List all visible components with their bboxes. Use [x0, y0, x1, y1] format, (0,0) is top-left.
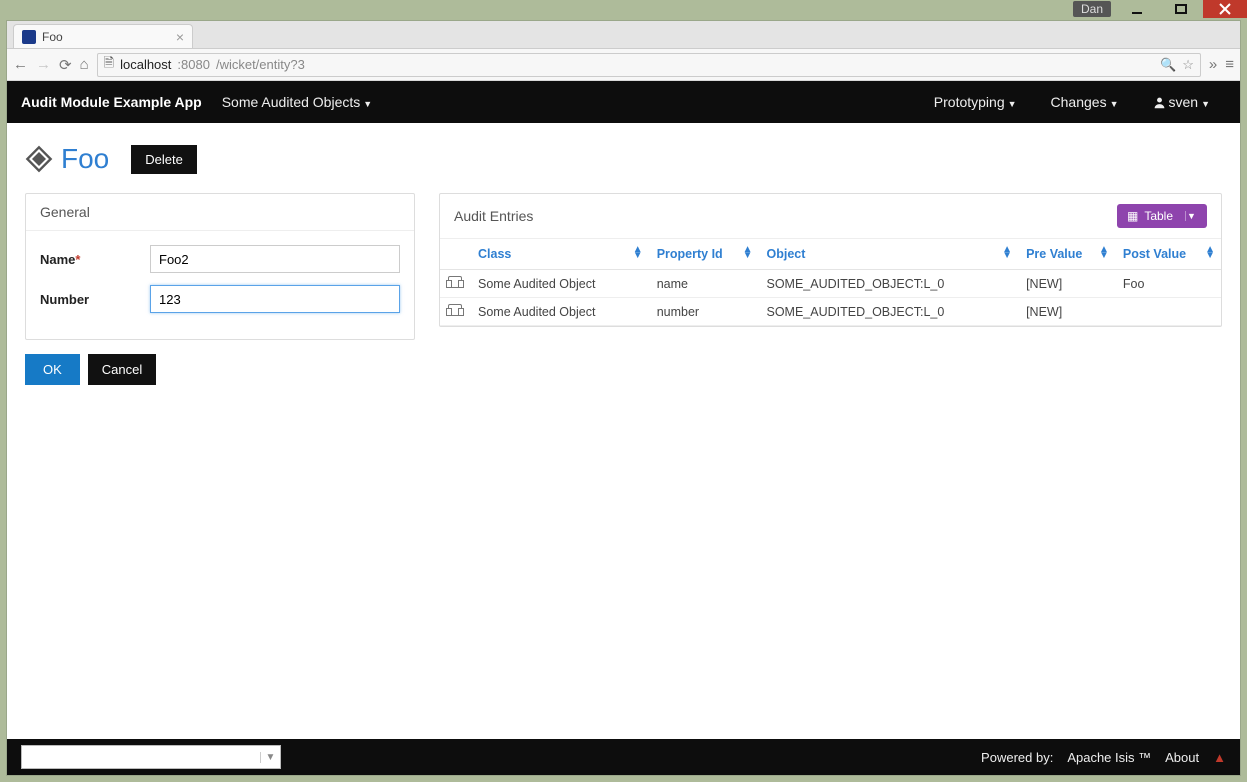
row-icon: [440, 298, 470, 326]
number-row: Number: [40, 285, 400, 313]
audit-table: Class▲▼ Property Id▲▼ Object▲▼ Pre Value…: [440, 239, 1221, 326]
address-bar[interactable]: 🗎 localhost :8080/wicket/entity?3 🔍 ☆: [97, 53, 1201, 77]
col-pre[interactable]: Pre Value▲▼: [1018, 239, 1115, 270]
col-icon: [440, 239, 470, 270]
zoom-icon[interactable]: 🔍: [1160, 57, 1176, 73]
app-navbar: Audit Module Example App Some Audited Ob…: [7, 81, 1240, 123]
tab-title: Foo: [42, 30, 63, 44]
menu-label: Some Audited Objects: [222, 94, 361, 110]
menu-icon[interactable]: ≡: [1225, 56, 1234, 73]
page-content: Audit Module Example App Some Audited Ob…: [7, 81, 1240, 775]
app-footer: ▼ Powered by: Apache Isis ™ About ▲: [7, 739, 1240, 775]
table-button-label: Table: [1144, 209, 1173, 223]
audit-panel-title: Audit Entries: [454, 208, 533, 224]
cell-property: number: [649, 298, 759, 326]
home-button[interactable]: ⌂: [80, 56, 89, 73]
menu-label: Prototyping: [934, 94, 1005, 110]
url-path: /wicket/entity?3: [216, 57, 305, 72]
caret-icon: ▼: [1201, 99, 1210, 109]
tab-strip: Foo ×: [7, 21, 1240, 49]
overflow-icon[interactable]: »: [1209, 56, 1217, 73]
star-icon[interactable]: ☆: [1182, 57, 1194, 73]
name-label: Name*: [40, 252, 150, 267]
os-user-badge: Dan: [1073, 1, 1111, 17]
minimize-button[interactable]: [1115, 0, 1159, 18]
caret-icon: ▼: [1110, 99, 1119, 109]
row-icon: [440, 270, 470, 298]
caret-icon: ▼: [363, 99, 372, 109]
forward-button[interactable]: →: [36, 56, 51, 73]
browser-toolbar: ← → ⟳ ⌂ 🗎 localhost :8080/wicket/entity?3…: [7, 49, 1240, 81]
left-column: General Name* Number: [25, 193, 415, 385]
cancel-button[interactable]: Cancel: [88, 354, 156, 385]
general-panel: General Name* Number: [25, 193, 415, 340]
menu-changes[interactable]: Changes▼: [1051, 94, 1119, 110]
app-brand[interactable]: Audit Module Example App: [21, 94, 202, 110]
reload-button[interactable]: ⟳: [59, 56, 72, 74]
entity-title-text: Foo: [61, 143, 109, 175]
name-row: Name*: [40, 245, 400, 273]
page-icon: 🗎: [104, 54, 114, 76]
col-object[interactable]: Object▲▼: [758, 239, 1018, 270]
apache-isis-link[interactable]: Apache Isis ™: [1067, 750, 1151, 765]
user-name: sven: [1169, 94, 1199, 110]
menu-label: Changes: [1051, 94, 1107, 110]
table-icon: ▦: [1127, 209, 1138, 223]
url-port: :8080: [177, 57, 210, 72]
cell-post: [1115, 298, 1221, 326]
close-button[interactable]: [1203, 0, 1247, 18]
browser-window: Foo × ← → ⟳ ⌂ 🗎 localhost :8080/wicket/en…: [6, 20, 1241, 776]
col-class[interactable]: Class▲▼: [470, 239, 649, 270]
cell-class: Some Audited Object: [470, 270, 649, 298]
user-icon: [1153, 94, 1169, 110]
delete-button[interactable]: Delete: [131, 145, 197, 174]
warning-icon[interactable]: ▲: [1213, 750, 1226, 765]
url-host: localhost: [120, 57, 171, 72]
general-panel-title: General: [26, 194, 414, 231]
table-row[interactable]: Some Audited Object number SOME_AUDITED_…: [440, 298, 1221, 326]
cell-object: SOME_AUDITED_OBJECT:L_0: [758, 298, 1018, 326]
chevron-down-icon: ▼: [260, 752, 280, 763]
cell-property: name: [649, 270, 759, 298]
menu-some-audited-objects[interactable]: Some Audited Objects▼: [222, 94, 372, 110]
favicon-icon: [22, 30, 36, 44]
browser-tab[interactable]: Foo ×: [13, 24, 193, 48]
os-title-bar: Dan: [0, 0, 1247, 18]
audit-panel: Audit Entries ▦ Table ▼ Class▲▼ Property…: [439, 193, 1222, 327]
table-view-button[interactable]: ▦ Table ▼: [1117, 204, 1207, 228]
menu-prototyping[interactable]: Prototyping▼: [934, 94, 1017, 110]
name-input[interactable]: [150, 245, 400, 273]
cell-class: Some Audited Object: [470, 298, 649, 326]
cell-pre: [NEW]: [1018, 298, 1115, 326]
number-input[interactable]: [150, 285, 400, 313]
entity-title: Foo: [25, 143, 109, 175]
cell-object: SOME_AUDITED_OBJECT:L_0: [758, 270, 1018, 298]
powered-by-label: Powered by:: [981, 750, 1053, 765]
cell-post: Foo: [1115, 270, 1221, 298]
caret-icon: ▼: [1008, 99, 1017, 109]
entity-header: Foo Delete: [25, 143, 1222, 175]
number-label: Number: [40, 292, 150, 307]
about-link[interactable]: About: [1165, 750, 1199, 765]
table-row[interactable]: Some Audited Object name SOME_AUDITED_OB…: [440, 270, 1221, 298]
entity-icon: [25, 145, 53, 173]
col-property[interactable]: Property Id▲▼: [649, 239, 759, 270]
menu-user[interactable]: sven▼: [1153, 94, 1211, 110]
tab-close-icon[interactable]: ×: [176, 29, 184, 45]
back-button[interactable]: ←: [13, 56, 28, 73]
ok-button[interactable]: OK: [25, 354, 80, 385]
cell-pre: [NEW]: [1018, 270, 1115, 298]
col-post[interactable]: Post Value▲▼: [1115, 239, 1221, 270]
chevron-down-icon[interactable]: ▼: [1185, 211, 1197, 221]
footer-select[interactable]: ▼: [21, 745, 281, 769]
maximize-button[interactable]: [1159, 0, 1203, 18]
